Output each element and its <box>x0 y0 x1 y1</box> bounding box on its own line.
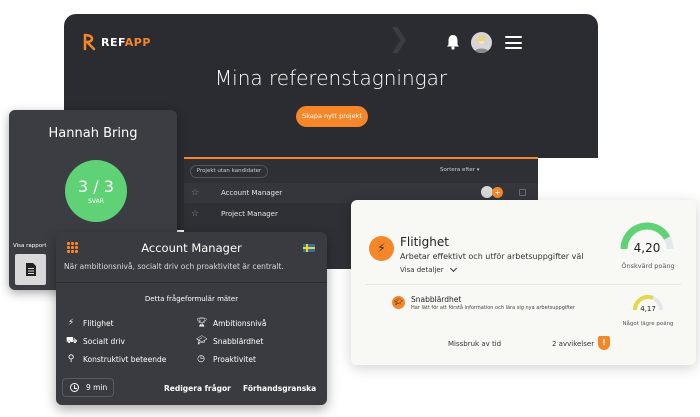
refapp-logo[interactable]: REFAPP <box>82 33 151 51</box>
bell-icon[interactable] <box>446 34 460 50</box>
warning-shield-icon: ! <box>598 336 610 350</box>
duration-pill: 9 min <box>62 378 114 397</box>
sub-score-value: 4,17 <box>640 305 656 313</box>
questionnaire-description: När ambitionsnivå, socialt driv och proa… <box>64 262 284 271</box>
answers-count: 3 / 3 <box>78 177 114 196</box>
location-pin-icon: ⚲ <box>67 354 75 364</box>
avatar-icon <box>474 35 489 53</box>
divider <box>365 284 681 285</box>
star-icon[interactable]: ☆ <box>191 209 199 219</box>
report-label: Visa rapport <box>13 243 47 249</box>
sort-dropdown[interactable]: Sortera efter ▾ <box>440 167 479 173</box>
bolt-icon: ⚡ <box>67 318 75 328</box>
graduation-cap-icon: 🎓︎ <box>392 296 405 309</box>
document-icon <box>26 263 36 276</box>
questionnaire-title: Account Manager <box>141 241 242 255</box>
preview-link[interactable]: Förhandsgranska <box>243 384 316 393</box>
chevron-down-icon: ▾ <box>476 167 480 173</box>
chevron-down-icon <box>449 264 457 273</box>
logo-mark-icon <box>83 33 96 51</box>
graduation-cap-icon: 🎓︎ <box>196 336 208 346</box>
clock-forward-icon: ◷ <box>197 354 205 364</box>
deviation-count[interactable]: 2 avvikelser <box>552 340 594 348</box>
answers-label: SVAR <box>88 198 104 205</box>
row-checkbox[interactable] <box>519 189 526 196</box>
project-name[interactable]: Account Manager <box>221 189 282 197</box>
trait-snabblardhet: 🎓︎ Snabblärdhet <box>196 336 264 346</box>
swedish-flag-icon[interactable] <box>303 244 315 252</box>
project-name[interactable]: Project Manager <box>221 210 278 218</box>
measures-heading: Detta frågeformulär mäter <box>144 295 239 303</box>
sub-score-label: Något lägre poäng <box>622 321 674 327</box>
misuse-label: Missbruk av tid <box>448 340 502 348</box>
star-icon[interactable]: ☆ <box>191 188 199 198</box>
score-value: 4,20 <box>633 241 661 255</box>
sub-trait-title: Snabblärdhet <box>411 295 462 304</box>
logo-text: REFAPP <box>101 35 151 49</box>
page-title: Mina referenstagningar <box>214 66 448 90</box>
hamburger-menu-icon[interactable] <box>505 36 522 49</box>
score-label: Önskvärd poäng <box>621 262 675 270</box>
trait-ambitionsniva: 🏆︎ Ambitionsnivå <box>196 318 267 328</box>
view-report-button[interactable] <box>15 254 46 285</box>
trait-flitighet: ⚡ Flitighet <box>67 318 114 328</box>
trait-proaktivitet: ◷ Proaktivitet <box>197 354 256 364</box>
truck-icon: ⛟ <box>66 336 78 346</box>
user-avatar[interactable] <box>471 32 492 53</box>
divider <box>56 282 327 283</box>
chevron-right-icon[interactable]: ❯ <box>388 24 410 54</box>
show-details-toggle[interactable]: Visa detaljer <box>400 264 457 274</box>
result-title: Flitighet <box>400 235 449 249</box>
add-candidate-icon[interactable]: + <box>492 187 503 198</box>
trait-konstruktivt-beteende: ⚲ Konstruktivt beteende <box>67 354 167 364</box>
create-project-button[interactable]: Skapa nytt projekt <box>296 106 368 127</box>
trait-socialt-driv: ⛟ Socialt driv <box>66 336 125 346</box>
bolt-icon: ⚡ <box>369 236 394 261</box>
trophy-icon: 🏆︎ <box>196 318 208 328</box>
result-subtitle: Arbetar effektivt och utför arbetsuppgif… <box>400 252 584 261</box>
clock-icon <box>70 383 79 392</box>
candidate-name: Hannah Bring <box>48 126 138 141</box>
edit-questions-link[interactable]: Redigera frågor <box>164 384 231 393</box>
filter-projects-pill[interactable]: Projekt utan kandidater <box>190 165 268 178</box>
sub-trait-description: Har lätt för att förstå information och … <box>411 305 576 311</box>
